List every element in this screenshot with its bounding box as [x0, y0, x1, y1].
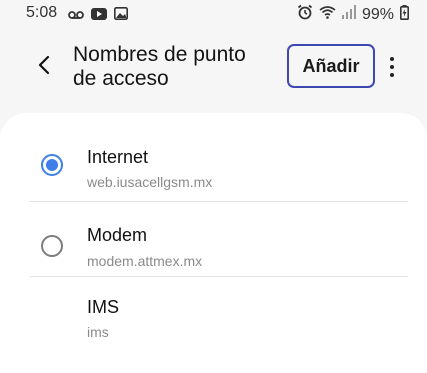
back-button[interactable]	[32, 50, 56, 80]
alarm-icon	[297, 4, 313, 25]
list-item[interactable]: Modem modem.attmex.mx	[0, 202, 427, 279]
battery-percent: 99%	[361, 5, 394, 23]
battery-charging-icon	[400, 4, 410, 25]
apn-address: ims	[87, 324, 109, 340]
list-item[interactable]: Internet web.iusacellgsm.mx	[0, 125, 427, 202]
apn-address: modem.attmex.mx	[87, 253, 203, 269]
apn-list: Internet web.iusacellgsm.mx Modem modem.…	[0, 113, 427, 373]
wifi-icon	[319, 5, 336, 24]
signal-icon	[341, 5, 356, 24]
gallery-icon	[114, 7, 128, 25]
status-bar: 5:08 99%	[0, 0, 427, 26]
status-time: 5:08	[26, 4, 58, 21]
apn-address: web.iusacellgsm.mx	[87, 174, 213, 190]
page-title: Nombres de punto de acceso	[73, 43, 246, 90]
apn-name: Modem	[87, 225, 148, 245]
voicemail-icon	[68, 7, 84, 25]
radio-button[interactable]	[41, 235, 63, 257]
chevron-left-icon	[38, 55, 50, 75]
apn-name: Internet	[87, 147, 149, 167]
list-item[interactable]: IMS ims	[0, 277, 427, 354]
add-button[interactable]: Añadir	[287, 44, 375, 88]
more-options-button[interactable]	[382, 52, 402, 82]
app-header: Nombres de punto de acceso Añadir	[0, 30, 427, 110]
youtube-icon	[91, 7, 107, 25]
radio-button[interactable]	[41, 154, 63, 176]
more-vert-icon	[390, 57, 394, 61]
apn-name: IMS	[87, 297, 120, 317]
